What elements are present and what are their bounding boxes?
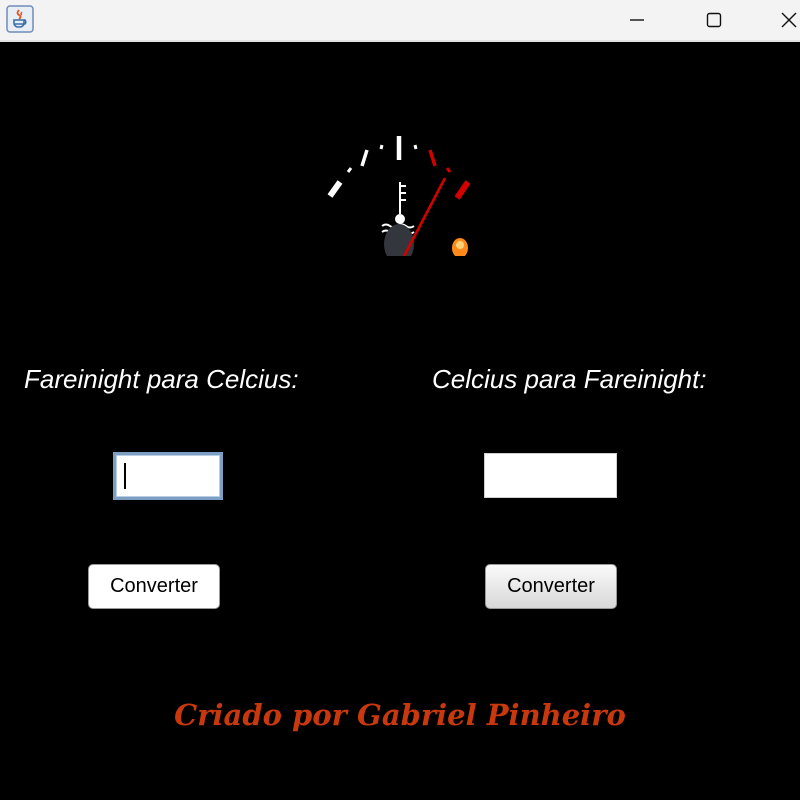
java-app-icon[interactable]	[6, 5, 34, 33]
close-icon	[781, 12, 797, 28]
convert-c-to-f-button-label: Converter	[507, 575, 595, 597]
fahrenheit-input[interactable]	[113, 452, 223, 500]
maximize-button[interactable]	[689, 0, 739, 40]
close-button[interactable]	[764, 0, 800, 40]
author-credit: Criado por Gabriel Pinheiro	[174, 698, 626, 732]
celsius-input[interactable]	[484, 453, 617, 498]
maximize-icon	[706, 12, 722, 28]
minimize-button[interactable]	[612, 0, 662, 40]
title-bar	[0, 0, 800, 42]
convert-f-to-c-button[interactable]: Converter	[88, 564, 220, 609]
convert-f-to-c-button-label: Converter	[110, 575, 198, 597]
minimize-icon	[630, 19, 644, 21]
celsius-to-fahrenheit-label: Celcius para Fareinight:	[432, 364, 707, 394]
app-window: Fareinight para Celcius: Celcius para Fa…	[0, 0, 800, 800]
temperature-gauge-icon	[318, 86, 488, 284]
main-panel: Fareinight para Celcius: Celcius para Fa…	[0, 42, 800, 800]
fahrenheit-to-celsius-label: Fareinight para Celcius:	[24, 364, 299, 394]
text-caret	[124, 463, 126, 489]
convert-c-to-f-button[interactable]: Converter	[485, 564, 617, 609]
